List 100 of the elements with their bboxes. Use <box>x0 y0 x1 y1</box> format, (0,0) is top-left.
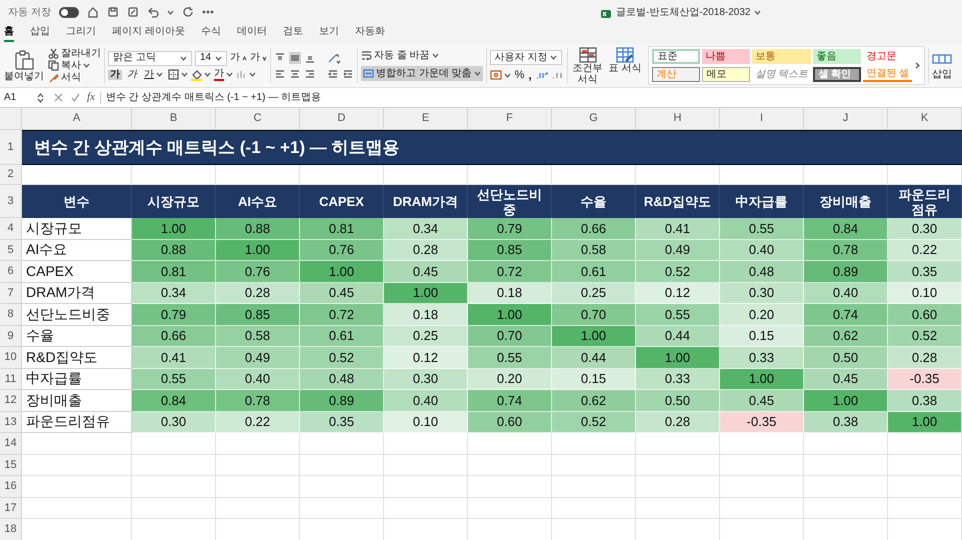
column-heading: 수율 <box>552 185 636 218</box>
row-header[interactable]: 18 <box>0 519 22 540</box>
cut-button[interactable]: 잘라내기 <box>48 48 101 59</box>
column-header[interactable]: J <box>804 108 888 130</box>
row-header[interactable]: 4 <box>0 218 22 240</box>
row-header[interactable]: 2 <box>0 165 22 185</box>
column-header[interactable]: C <box>216 108 300 130</box>
table-cell: 0.88 <box>132 240 216 261</box>
table-cell: 0.88 <box>216 218 300 240</box>
table-cell: 0.28 <box>888 347 962 368</box>
comma-button[interactable]: , <box>528 69 532 81</box>
increase-indent-icon[interactable] <box>342 68 354 80</box>
row-header[interactable]: 1 <box>0 130 22 165</box>
orientation-icon[interactable] <box>327 52 341 64</box>
cell-style-option[interactable]: 나쁨 <box>702 49 750 64</box>
ribbon-tab[interactable]: 검토 <box>282 27 303 42</box>
ribbon-tab[interactable]: 데이터 <box>236 27 267 42</box>
align-center-icon[interactable] <box>289 68 301 80</box>
undo-icon[interactable] <box>146 6 159 18</box>
row-header[interactable]: 12 <box>0 390 22 412</box>
shrink-font-button[interactable]: 가 <box>250 53 267 63</box>
row-header[interactable]: 15 <box>0 454 22 476</box>
row-header[interactable]: 5 <box>0 240 22 261</box>
column-header[interactable]: A <box>22 108 132 130</box>
save-icon[interactable] <box>106 6 119 18</box>
table-cell: 0.28 <box>216 282 300 304</box>
column-header[interactable]: H <box>636 108 720 130</box>
align-middle-icon[interactable] <box>289 52 301 64</box>
format-painter-button[interactable]: 서식 <box>48 72 101 83</box>
fill-color-button[interactable] <box>191 68 211 80</box>
caret-icon[interactable] <box>754 9 762 16</box>
autosave-toggle[interactable] <box>58 6 79 18</box>
ribbon-tab[interactable]: 페이지 레이아웃 <box>112 27 185 42</box>
insert-cells-button[interactable]: 삽입 <box>932 51 952 80</box>
ribbon-tab[interactable]: 보기 <box>318 27 339 42</box>
row-header[interactable]: 14 <box>0 433 22 454</box>
underline-button[interactable]: 가 <box>142 70 165 80</box>
format-as-table-button[interactable]: 표 서식 <box>608 47 642 74</box>
paste-button[interactable]: 붙여넣기 <box>4 50 44 82</box>
cancel-icon[interactable] <box>54 93 63 102</box>
edit-icon[interactable] <box>126 6 139 18</box>
home-icon[interactable] <box>86 6 99 18</box>
table-cell: 0.30 <box>888 218 962 240</box>
row-header[interactable]: 3 <box>0 185 22 218</box>
font-name-dropdown[interactable]: 맑은 고딕 <box>108 50 192 66</box>
column-header[interactable]: B <box>132 108 216 130</box>
row-header[interactable]: 11 <box>0 368 22 390</box>
row-header[interactable]: 7 <box>0 282 22 304</box>
name-box[interactable]: A1 <box>0 90 34 105</box>
column-header[interactable]: G <box>552 108 636 130</box>
cell-style-option[interactable]: 보통 <box>752 49 812 64</box>
table-cell: 0.40 <box>384 390 468 412</box>
formula-text[interactable]: 변수 간 상관계수 매트릭스 (-1 ~ +1) — 히트맵용 <box>106 90 321 105</box>
row-header[interactable]: 8 <box>0 304 22 326</box>
column-header[interactable]: F <box>468 108 552 130</box>
column-header[interactable]: E <box>384 108 468 130</box>
row-header[interactable]: 6 <box>0 261 22 282</box>
function-label[interactable]: fx <box>87 89 95 106</box>
row-header[interactable]: 10 <box>0 347 22 368</box>
table-cell: 0.15 <box>552 368 636 390</box>
increase-decimal-icon[interactable] <box>536 70 548 80</box>
row-header[interactable]: 16 <box>0 476 22 498</box>
italic-button[interactable]: 가 <box>125 70 139 80</box>
column-header[interactable]: K <box>888 108 962 130</box>
ribbon-tab[interactable]: 삽입 <box>30 27 50 42</box>
merge-center-button[interactable]: 병합하고 가운데 맞춤 <box>361 66 483 81</box>
ribbon-tab[interactable]: 홈 <box>4 27 14 42</box>
column-header[interactable]: D <box>300 108 384 130</box>
currency-button[interactable] <box>490 70 511 80</box>
row-header[interactable]: 9 <box>0 326 22 347</box>
cell-style-option[interactable]: 표준 <box>652 49 700 64</box>
ribbon-tab[interactable]: 자동화 <box>354 27 385 42</box>
decrease-indent-icon[interactable] <box>327 68 339 80</box>
column-heading: R&D집약도 <box>636 185 720 218</box>
copy-button[interactable]: 복사 <box>48 60 101 71</box>
column-header[interactable]: I <box>720 108 804 130</box>
font-size-dropdown[interactable]: 14 <box>195 50 227 66</box>
number-format-dropdown[interactable]: 사용자 지정 <box>490 50 562 65</box>
clipboard-icon <box>13 50 35 70</box>
check-icon[interactable] <box>71 93 80 102</box>
row-header[interactable]: 17 <box>0 498 22 519</box>
cell-style-option[interactable]: 좋음 <box>813 49 862 64</box>
grow-font-button[interactable]: 가 <box>230 53 247 63</box>
align-left-icon[interactable] <box>274 68 286 80</box>
percent-button[interactable]: % <box>514 70 524 80</box>
stepper-icon[interactable] <box>37 92 44 102</box>
align-right-icon[interactable] <box>304 68 316 80</box>
row-header[interactable]: 13 <box>0 412 22 433</box>
cell-style-option[interactable]: 메모 <box>702 67 750 82</box>
gallery-more-icon[interactable] <box>914 61 922 70</box>
font-color-button[interactable]: 가 <box>214 68 233 80</box>
borders-button[interactable] <box>168 69 188 80</box>
decrease-decimal-icon[interactable] <box>552 70 564 80</box>
ribbon-tab[interactable]: 수식 <box>200 27 221 42</box>
caret-icon[interactable] <box>166 8 174 16</box>
ribbon-tab[interactable]: 그리기 <box>66 27 96 42</box>
bold-button[interactable]: 가 <box>108 70 122 80</box>
redo-icon[interactable] <box>182 6 194 18</box>
conditional-formatting-button[interactable]: 조건부 서식 <box>570 46 605 84</box>
wrap-text-button[interactable]: 자동 줄 바꿈 <box>361 50 483 61</box>
